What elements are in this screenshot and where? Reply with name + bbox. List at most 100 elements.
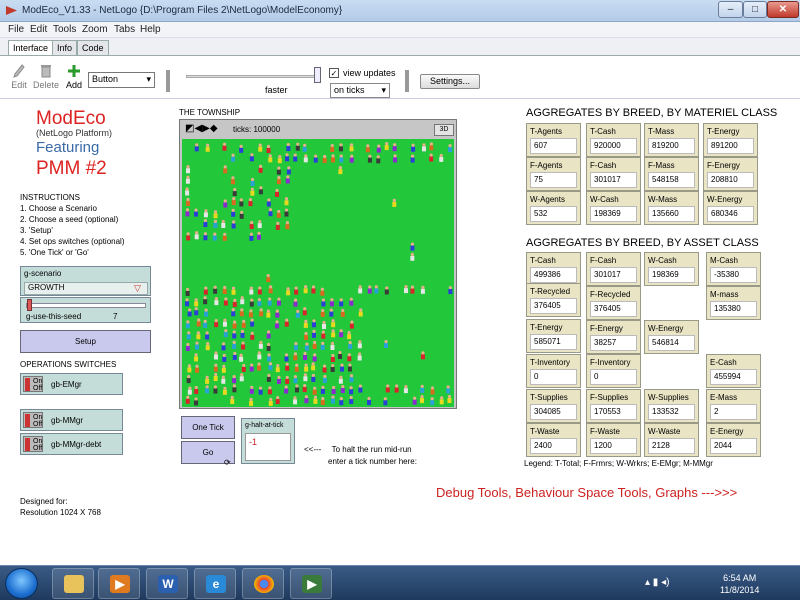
scenario-value[interactable]: GROWTH [24, 282, 148, 295]
view-navigation-icons[interactable]: ◩◀▶◆ [185, 124, 218, 134]
halt-at-tick-value[interactable]: -1 [245, 433, 291, 461]
tab-interface[interactable]: Interface [8, 40, 54, 56]
agent [194, 397, 199, 406]
agent [276, 375, 281, 384]
widget-type-select[interactable]: Button ▾ [88, 72, 155, 88]
seed-label: g-use-this-seed [26, 312, 82, 321]
update-mode-select[interactable]: on ticks ▾ [330, 83, 390, 98]
monitor-value: 301017 [590, 267, 637, 283]
switch-onoff-label: On Off [33, 414, 42, 428]
switch-knob [25, 378, 30, 391]
start-button[interactable] [5, 568, 38, 599]
agent [430, 386, 435, 395]
seed-slider[interactable]: g-use-this-seed 7 [20, 297, 151, 323]
speed-slider-track[interactable] [186, 75, 318, 78]
taskbar-word[interactable]: W [146, 568, 188, 599]
monitor-value: 819200 [648, 138, 695, 154]
agent [223, 329, 228, 338]
monitor-value: 680346 [707, 206, 754, 222]
scenario-chooser[interactable]: g-scenario GROWTH ▽ [20, 266, 151, 296]
switch-label: gb-MMgr-debt [51, 440, 102, 449]
taskbar-explorer[interactable] [52, 568, 94, 599]
monitor-value: 170553 [590, 404, 637, 420]
agent [266, 373, 271, 382]
setup-button[interactable]: Setup [20, 330, 151, 353]
switch-toggle[interactable]: On Off [23, 436, 43, 452]
agent [321, 330, 326, 339]
one-tick-button[interactable]: One Tick [181, 416, 235, 439]
halt-at-tick-input[interactable]: g-halt-at-tick -1 [241, 418, 295, 464]
designed-note: Designed for: Resolution 1024 X 768 [20, 496, 101, 518]
monitor-w-cash-asset: W-Cash 198369 [644, 252, 699, 286]
agent [367, 285, 372, 294]
switch-toggle[interactable]: On Off [23, 412, 43, 428]
monitor-value: 198369 [590, 206, 637, 222]
switch-gb-mmgr[interactable]: On Off gb-MMgr [20, 409, 123, 431]
settings-button[interactable]: Settings... [420, 74, 480, 89]
menu-help[interactable]: Help [140, 24, 161, 35]
agent [322, 320, 327, 329]
edit-tool[interactable]: Edit [8, 64, 30, 90]
minimize-button[interactable]: – [718, 1, 743, 18]
monitor-label: E-Cash [710, 358, 737, 367]
close-button[interactable]: ✕ [767, 1, 799, 18]
agent [194, 208, 199, 217]
agent [439, 396, 444, 405]
debug-tools-link[interactable]: Debug Tools, Behaviour Space Tools, Grap… [436, 485, 737, 500]
switch-gb-emgr[interactable]: On Off gb-EMgr [20, 373, 123, 395]
agent [276, 166, 281, 175]
model-title: ModEco [36, 108, 106, 129]
agent [259, 308, 264, 317]
taskbar-internet-explorer[interactable]: e [194, 568, 236, 599]
switch-onoff-label: On Off [33, 378, 42, 392]
agent [384, 339, 389, 349]
system-clock[interactable]: 6:54 AM 11/8/2014 [720, 572, 759, 596]
agent [213, 219, 218, 228]
agent [212, 232, 217, 241]
agent [222, 318, 227, 327]
monitor-e-cash: E-Cash 455994 [706, 354, 761, 388]
taskbar-media-player[interactable]: ▶ [98, 568, 140, 599]
taskbar-chrome[interactable] [242, 568, 284, 599]
view-updates-checkbox[interactable]: ✓ [329, 68, 339, 78]
agent [187, 364, 192, 373]
monitor-w-agents: W-Agents 532 [526, 191, 581, 225]
hint-line: enter a tick number here: [328, 457, 417, 466]
hint-line: To halt the run mid-run [331, 445, 412, 454]
agent [240, 329, 245, 338]
update-mode-value: on ticks [334, 85, 365, 95]
instruction-step: 1. Choose a Scenario [20, 204, 97, 213]
view-3d-button[interactable]: 3D [434, 124, 454, 136]
seed-slider-track[interactable] [26, 303, 146, 308]
menu-tools[interactable]: Tools [53, 24, 76, 35]
agent [223, 297, 228, 306]
agent [257, 231, 262, 240]
switch-toggle[interactable]: On Off [23, 376, 43, 392]
maximize-button[interactable]: □ [743, 1, 767, 18]
system-tray-icons[interactable]: ▴ ▮ ◂) [645, 577, 669, 588]
agent [231, 208, 236, 217]
menu-file[interactable]: File [8, 24, 24, 35]
switch-gb-mmgr-debt[interactable]: On Off gb-MMgr-debt [20, 433, 123, 455]
speed-slider-handle[interactable] [314, 67, 321, 83]
taskbar-netlogo[interactable]: ▶ [290, 568, 332, 599]
tab-code[interactable]: Code [77, 40, 109, 55]
monitor-label: W-Cash [590, 195, 619, 204]
agent [293, 352, 298, 361]
agent [293, 396, 298, 405]
agent [295, 142, 300, 151]
monitor-label: W-Energy [648, 324, 684, 333]
add-tool[interactable]: Add [64, 64, 84, 90]
seed-slider-handle[interactable] [27, 299, 32, 311]
menu-edit[interactable]: Edit [30, 24, 47, 35]
delete-tool[interactable]: Delete [33, 64, 59, 90]
go-button[interactable]: Go ⟳ [181, 441, 235, 467]
menu-zoom[interactable]: Zoom [82, 24, 108, 35]
world-view[interactable] [182, 139, 454, 407]
agent [223, 165, 228, 174]
tab-info[interactable]: Info [52, 40, 78, 55]
agent [249, 397, 254, 406]
agent [194, 385, 199, 395]
agent [376, 155, 381, 164]
menu-tabs[interactable]: Tabs [114, 24, 135, 35]
